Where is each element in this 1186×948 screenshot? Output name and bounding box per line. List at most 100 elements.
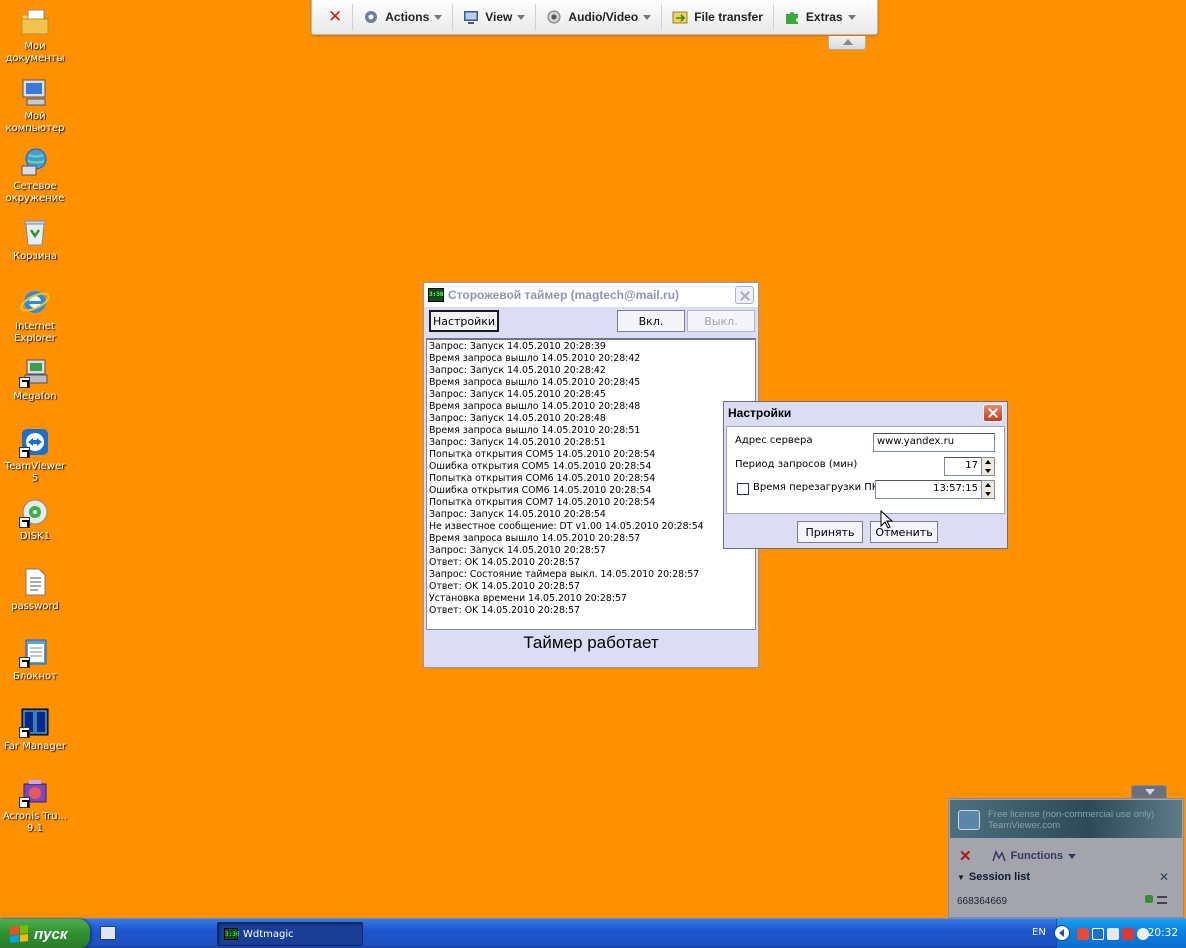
tv-license-banner: Free license (non-commercial use only) T… bbox=[950, 800, 1182, 838]
functions-icon bbox=[991, 850, 1006, 862]
puzzle-icon bbox=[785, 12, 798, 24]
security-icon[interactable] bbox=[1077, 928, 1089, 940]
settings-panel: Адрес сервера www.yandex.ru Период запро… bbox=[726, 426, 1005, 514]
log-line: Ошибка открытия COM6 14.05.2010 20:28:54 bbox=[429, 485, 652, 496]
settings-titlebar[interactable]: Настройки bbox=[724, 402, 1007, 424]
megafon-icon bbox=[19, 356, 51, 388]
log-line: Попытка открытия COM5 14.05.2010 20:28:5… bbox=[429, 449, 656, 460]
close-icon: ✕ bbox=[328, 7, 343, 27]
log-line: Попытка открытия COM6 14.05.2010 20:28:5… bbox=[429, 473, 656, 484]
log-line: Запрос: Запуск 14.05.2010 20:28:39 bbox=[429, 341, 606, 352]
log-line: Запрос: Запуск 14.05.2010 20:28:45 bbox=[429, 389, 606, 400]
start-button[interactable]: пуск bbox=[0, 919, 90, 948]
log-line: Не известное сообщение: DT v1.00 14.05.2… bbox=[429, 521, 704, 532]
desktop-icon-disk1[interactable]: DISK1 bbox=[0, 496, 70, 543]
recycle-bin-icon bbox=[19, 216, 51, 248]
desktop-icon-network-places[interactable]: Сетевое окружение bbox=[0, 146, 70, 205]
desktop-icon-internet-explorer[interactable]: Internet Explorer bbox=[0, 286, 70, 345]
log-line: Время запроса вышло 14.05.2010 20:28:51 bbox=[429, 425, 641, 436]
collapse-triangle-icon: ▼ bbox=[957, 873, 965, 882]
tv-banner-line2: TeamViewer.com bbox=[988, 820, 1061, 831]
desktop-icon-recycle-bin[interactable]: Корзина bbox=[0, 216, 70, 263]
on-button[interactable]: Вкл. bbox=[617, 310, 685, 332]
text-file-icon bbox=[19, 566, 51, 598]
language-indicator[interactable]: EN bbox=[1032, 927, 1046, 938]
my-documents-icon bbox=[19, 6, 51, 38]
network-tray-icon[interactable] bbox=[1107, 928, 1119, 940]
log-line: Попытка открытия COM7 14.05.2010 20:28:5… bbox=[429, 497, 656, 508]
tv-extras-label: Extras bbox=[805, 10, 843, 24]
watchdog-close-button[interactable] bbox=[735, 286, 754, 304]
desktop-icon-label: Acronis Tru... 9.1 bbox=[2, 811, 68, 834]
log-line: Время запроса вышло 14.05.2010 20:28:48 bbox=[429, 401, 641, 412]
accept-button[interactable]: Принять bbox=[797, 521, 863, 543]
period-input[interactable]: 17 bbox=[944, 457, 982, 476]
desktop-icon-far-manager[interactable]: Far Manager bbox=[0, 706, 70, 753]
taskbar-item-label: Wdtmagic bbox=[243, 928, 294, 940]
taskbar-item-wdtmagic[interactable]: 3:30 Wdtmagic bbox=[217, 922, 363, 946]
tv-close-button[interactable]: ✕ bbox=[318, 4, 354, 30]
tv-audio-video-menu[interactable]: Audio/Video bbox=[536, 4, 663, 30]
teamviewer-tray-icon[interactable] bbox=[1092, 928, 1104, 940]
internet-explorer-icon bbox=[19, 286, 51, 318]
server-input[interactable]: www.yandex.ru bbox=[873, 433, 995, 452]
file-transfer-icon bbox=[672, 11, 688, 24]
tv-actions-menu[interactable]: Actions bbox=[353, 4, 454, 30]
watchdog-titlebar[interactable]: 3:30 Сторожевой таймер (magtech@mail.ru) bbox=[424, 283, 758, 307]
close-icon[interactable]: ✕ bbox=[1159, 870, 1169, 884]
notepad-icon bbox=[19, 636, 51, 668]
desktop-icon-label: Internet Explorer bbox=[14, 321, 56, 344]
clock[interactable]: 20:32 bbox=[1148, 927, 1178, 939]
log-line: Время запроса вышло 14.05.2010 20:28:42 bbox=[429, 353, 641, 364]
disk-icon bbox=[19, 496, 51, 528]
settings-button[interactable]: Настройки bbox=[429, 310, 499, 332]
log-line: Запрос: Запуск 14.05.2010 20:28:54 bbox=[429, 509, 606, 520]
monitor-icon bbox=[464, 11, 479, 24]
tv-session-id[interactable]: 668364669 bbox=[957, 896, 1007, 907]
watchdog-window: 3:30 Сторожевой таймер (magtech@mail.ru)… bbox=[423, 282, 759, 668]
desktop-icon-my-documents[interactable]: Мои документы bbox=[0, 6, 70, 65]
desktop-icon-megafon[interactable]: Megafon bbox=[0, 356, 70, 403]
desktop-icon-acronis[interactable]: Acronis Tru... 9.1 bbox=[0, 776, 70, 835]
close-icon[interactable]: ✕ bbox=[959, 847, 972, 865]
desktop-icon-label: Мои документы bbox=[5, 41, 65, 64]
reboot-checkbox[interactable] bbox=[737, 483, 749, 495]
desktop-icon-label: DISK1 bbox=[20, 531, 50, 542]
reboot-time-input[interactable]: 13:57:15 bbox=[875, 480, 982, 499]
tv-functions-menu[interactable]: ✕ Functions bbox=[959, 847, 1077, 865]
settings-close-button[interactable] bbox=[983, 404, 1003, 422]
desktop-icon-teamviewer[interactable]: TeamViewer 5 bbox=[0, 426, 70, 485]
session-menu-icon[interactable] bbox=[1157, 896, 1167, 904]
desktop-icon-label: TeamViewer 5 bbox=[4, 461, 66, 484]
mouse-cursor-icon bbox=[880, 510, 894, 529]
log-line: Время запроса вышло 14.05.2010 20:28:45 bbox=[429, 377, 641, 388]
acronis-icon bbox=[19, 776, 51, 808]
desktop-icon-notepad[interactable]: Блокнот bbox=[0, 636, 70, 683]
server-label: Адрес сервера bbox=[735, 435, 813, 446]
reboot-time-spinner[interactable] bbox=[981, 480, 995, 499]
show-desktop-icon[interactable] bbox=[100, 926, 116, 940]
log-line: Ошибка открытия COM5 14.05.2010 20:28:54 bbox=[429, 461, 652, 472]
off-button[interactable]: Выкл. bbox=[687, 310, 755, 332]
tv-file-transfer-button[interactable]: File transfer bbox=[662, 4, 774, 30]
log-line: Ответ: OK 14.05.2010 20:28:57 bbox=[429, 605, 581, 616]
antivirus-tray-icon[interactable] bbox=[1122, 928, 1134, 940]
desktop-icon-my-computer[interactable]: Мой компьютер bbox=[0, 76, 70, 135]
tv-file-transfer-label: File transfer bbox=[694, 10, 763, 24]
webcam-icon bbox=[547, 10, 561, 24]
log-list[interactable]: Запрос: Запуск 14.05.2010 20:28:39 Время … bbox=[426, 338, 756, 630]
tray-expand-button[interactable] bbox=[1054, 925, 1070, 941]
period-spinner[interactable] bbox=[981, 457, 995, 476]
tv-view-menu[interactable]: View bbox=[453, 4, 537, 30]
tv-session-list-header[interactable]: ▼ Session list bbox=[957, 871, 1030, 883]
teamviewer-panel: Free license (non-commercial use only) T… bbox=[948, 798, 1184, 918]
tv-extras-menu[interactable]: Extras bbox=[774, 4, 866, 30]
session-status-icon bbox=[1145, 895, 1153, 903]
period-label: Период запросов (мин) bbox=[735, 459, 858, 470]
desktop-icon-password[interactable]: password bbox=[0, 566, 70, 613]
network-places-icon bbox=[19, 146, 51, 178]
tv-panel-toggle-button[interactable] bbox=[1131, 785, 1167, 799]
tv-toolbar-collapse-button[interactable] bbox=[828, 36, 866, 50]
tv-actions-label: Actions bbox=[385, 10, 430, 24]
desktop-icon-label: Корзина bbox=[12, 251, 58, 262]
